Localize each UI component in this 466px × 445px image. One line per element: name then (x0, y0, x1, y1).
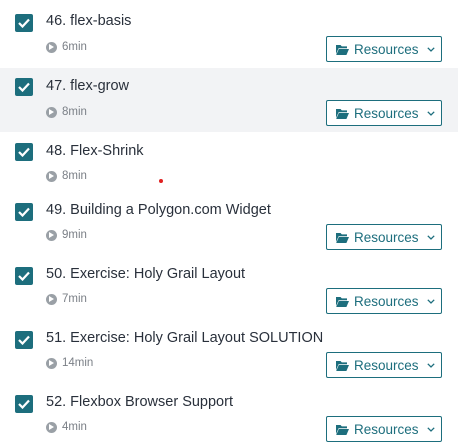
play-circle-icon (46, 421, 57, 433)
lecture-meta: 8min (46, 169, 87, 183)
lecture-title: 46. flex-basis (46, 13, 132, 29)
resources-button[interactable]: Resources (326, 36, 442, 62)
folder-open-icon (336, 296, 349, 307)
play-circle-icon (46, 293, 57, 305)
resources-button[interactable]: Resources (326, 100, 442, 126)
lecture-item-46[interactable]: 46. flex-basis 6min Resources (0, 0, 458, 64)
red-dot-marker (159, 179, 163, 183)
lecture-title: 50. Exercise: Holy Grail Layout (46, 266, 246, 282)
lecture-item-48[interactable]: 48. Flex-Shrink 8min (0, 133, 458, 197)
chevron-down-icon (426, 110, 435, 116)
resources-label: Resources (354, 357, 419, 373)
resources-label: Resources (354, 229, 419, 245)
lecture-item-49[interactable]: 49. Building a Polygon.com Widget 9min R… (0, 193, 458, 257)
lecture-title: 47. flex-grow (46, 78, 130, 94)
lecture-list: 46. flex-basis 6min Resources 47. flex-g… (0, 0, 466, 445)
checkbox-checked-icon[interactable] (15, 143, 33, 161)
lecture-item-50[interactable]: 50. Exercise: Holy Grail Layout 7min Res… (0, 257, 458, 321)
chevron-down-icon (426, 234, 435, 240)
lecture-duration: 14min (62, 357, 94, 369)
folder-open-icon (336, 424, 349, 435)
resources-button[interactable]: Resources (326, 352, 442, 378)
checkbox-checked-icon[interactable] (15, 14, 33, 32)
lecture-duration: 6min (62, 41, 87, 53)
checkbox-checked-icon[interactable] (15, 395, 33, 413)
lecture-duration: 7min (62, 293, 87, 305)
lecture-title: 48. Flex-Shrink (46, 143, 144, 159)
checkbox-checked-icon[interactable] (15, 267, 33, 285)
lecture-item-51[interactable]: 51. Exercise: Holy Grail Layout SOLUTION… (0, 321, 458, 385)
chevron-down-icon (426, 362, 435, 368)
resources-button[interactable]: Resources (326, 224, 442, 250)
play-circle-icon (46, 106, 57, 118)
play-circle-icon (46, 357, 57, 369)
checkbox-checked-icon[interactable] (15, 331, 33, 349)
resources-button[interactable]: Resources (326, 288, 442, 314)
lecture-meta: 6min (46, 40, 87, 54)
lecture-meta: 7min (46, 292, 87, 306)
lecture-meta: 9min (46, 228, 87, 242)
lecture-duration: 8min (62, 106, 87, 118)
lecture-meta: 8min (46, 105, 87, 119)
chevron-down-icon (426, 426, 435, 432)
play-circle-icon (46, 170, 57, 182)
lecture-item-52[interactable]: 52. Flexbox Browser Support 4min Resourc… (0, 385, 458, 445)
lecture-duration: 9min (62, 229, 87, 241)
play-circle-icon (46, 41, 57, 53)
lecture-title: 51. Exercise: Holy Grail Layout SOLUTION (46, 330, 324, 346)
chevron-down-icon (426, 46, 435, 52)
lecture-duration: 8min (62, 170, 87, 182)
play-circle-icon (46, 229, 57, 241)
folder-open-icon (336, 108, 349, 119)
chevron-down-icon (426, 298, 435, 304)
resources-label: Resources (354, 421, 419, 437)
lecture-meta: 4min (46, 420, 87, 434)
lecture-item-47[interactable]: 47. flex-grow 8min Resources (0, 68, 458, 132)
checkbox-checked-icon[interactable] (15, 78, 33, 96)
resources-label: Resources (354, 105, 419, 121)
resources-button[interactable]: Resources (326, 416, 442, 442)
lecture-duration: 4min (62, 421, 87, 433)
folder-open-icon (336, 44, 349, 55)
lecture-meta: 14min (46, 356, 93, 370)
lecture-title: 52. Flexbox Browser Support (46, 394, 233, 410)
folder-open-icon (336, 360, 349, 371)
folder-open-icon (336, 232, 349, 243)
resources-label: Resources (354, 293, 419, 309)
checkbox-checked-icon[interactable] (15, 203, 33, 221)
lecture-title: 49. Building a Polygon.com Widget (46, 202, 271, 218)
resources-label: Resources (354, 41, 419, 57)
